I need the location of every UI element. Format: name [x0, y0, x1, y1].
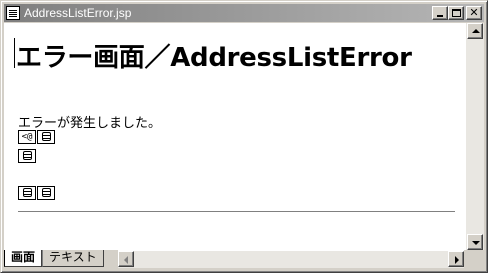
tab-design[interactable]: 画面 — [4, 250, 43, 267]
scroll-icon — [41, 188, 51, 197]
close-button[interactable]: ✕ — [466, 6, 482, 20]
editor-window: AddressListError.jsp ✕ エラー画面／AddressList… — [0, 0, 488, 273]
jsp-tag-icon: <@ — [21, 132, 33, 142]
scroll-icon — [41, 132, 51, 141]
horizontal-scrollbar[interactable] — [118, 250, 464, 268]
document-icon[interactable] — [6, 6, 20, 20]
vertical-scrollbar[interactable] — [466, 23, 484, 250]
script-tag[interactable] — [18, 149, 36, 163]
script-tag[interactable] — [37, 130, 55, 144]
scroll-up-button[interactable] — [467, 23, 483, 39]
close-icon: ✕ — [469, 6, 479, 19]
arrow-right-icon — [455, 256, 459, 264]
text-cursor — [14, 38, 15, 68]
scroll-icon — [22, 151, 32, 160]
horizontal-rule — [18, 211, 455, 213]
error-message[interactable]: エラーが発生しました。 — [18, 112, 161, 131]
maximize-button[interactable] — [448, 6, 464, 20]
maximize-icon — [452, 9, 461, 17]
script-tag[interactable] — [18, 186, 36, 200]
arrow-left-icon — [124, 256, 128, 264]
minimize-button[interactable] — [432, 6, 448, 20]
arrow-down-icon — [472, 241, 480, 245]
size-grip[interactable] — [466, 250, 484, 268]
arrow-up-icon — [472, 29, 480, 33]
page-heading[interactable]: エラー画面／AddressListError — [16, 37, 412, 74]
scroll-icon — [22, 188, 32, 197]
scroll-right-button[interactable] — [448, 251, 464, 267]
tab-text[interactable]: テキスト — [42, 250, 104, 267]
scroll-left-button[interactable] — [118, 251, 134, 267]
title-bar[interactable]: AddressListError.jsp ✕ — [4, 4, 484, 22]
design-view[interactable]: エラー画面／AddressListError エラーが発生しました。 <@ — [4, 23, 466, 250]
window-controls: ✕ — [432, 6, 482, 20]
minimize-icon — [437, 15, 443, 17]
view-tabs: 画面 テキスト — [4, 250, 104, 268]
script-tag[interactable] — [37, 186, 55, 200]
scroll-down-button[interactable] — [467, 234, 483, 250]
bottom-bar: 画面 テキスト — [4, 250, 484, 270]
jsp-directive-tag[interactable]: <@ — [18, 130, 36, 144]
window-title: AddressListError.jsp — [24, 6, 132, 20]
